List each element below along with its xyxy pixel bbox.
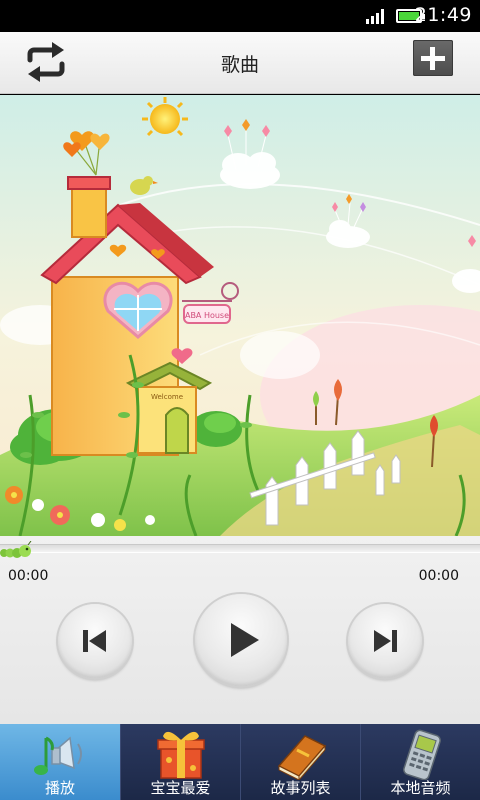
book-icon (277, 735, 327, 780)
tab-baby-favorites[interactable]: 宝宝最爱 (120, 724, 240, 800)
tab-local-audio[interactable]: 本地音频 (360, 724, 480, 800)
tab-label-local-audio: 本地音频 (390, 779, 451, 797)
caterpillar-thumb-icon[interactable] (0, 540, 34, 561)
bottom-tab-bar: 播放 宝宝最爱 故事列表 本地音频 (0, 724, 480, 800)
page-title: 歌曲 (220, 54, 259, 76)
album-artwork: ABA House Welcome (0, 95, 480, 536)
next-button[interactable] (348, 604, 422, 678)
door-welcome-text: Welcome (151, 393, 183, 401)
status-bar: 21:49 (0, 0, 480, 32)
phone-icon (403, 729, 441, 780)
speaker-note-icon (34, 736, 82, 775)
tab-story-list[interactable]: 故事列表 (240, 724, 360, 800)
next-icon (374, 630, 397, 652)
play-button[interactable] (195, 594, 287, 686)
status-time: 21:49 (414, 4, 472, 26)
play-icon (231, 623, 259, 657)
title-bar: 歌曲 (0, 32, 480, 94)
gift-box-icon (157, 731, 205, 779)
tab-label-baby-favorites: 宝宝最爱 (150, 779, 211, 797)
add-button[interactable] (413, 40, 453, 76)
tab-label-story-list: 故事列表 (270, 779, 331, 797)
progress-bar[interactable] (0, 540, 480, 558)
tab-label-play: 播放 (44, 779, 75, 797)
tab-play[interactable]: 播放 (0, 724, 120, 800)
total-time: 00:00 (418, 568, 459, 584)
player-panel: 00:00 00:00 (0, 536, 480, 724)
signal-icon (366, 8, 388, 24)
previous-icon (83, 630, 106, 652)
previous-button[interactable] (58, 604, 132, 678)
elapsed-time: 00:00 (8, 568, 49, 584)
house-sign-text: ABA House (185, 311, 229, 320)
